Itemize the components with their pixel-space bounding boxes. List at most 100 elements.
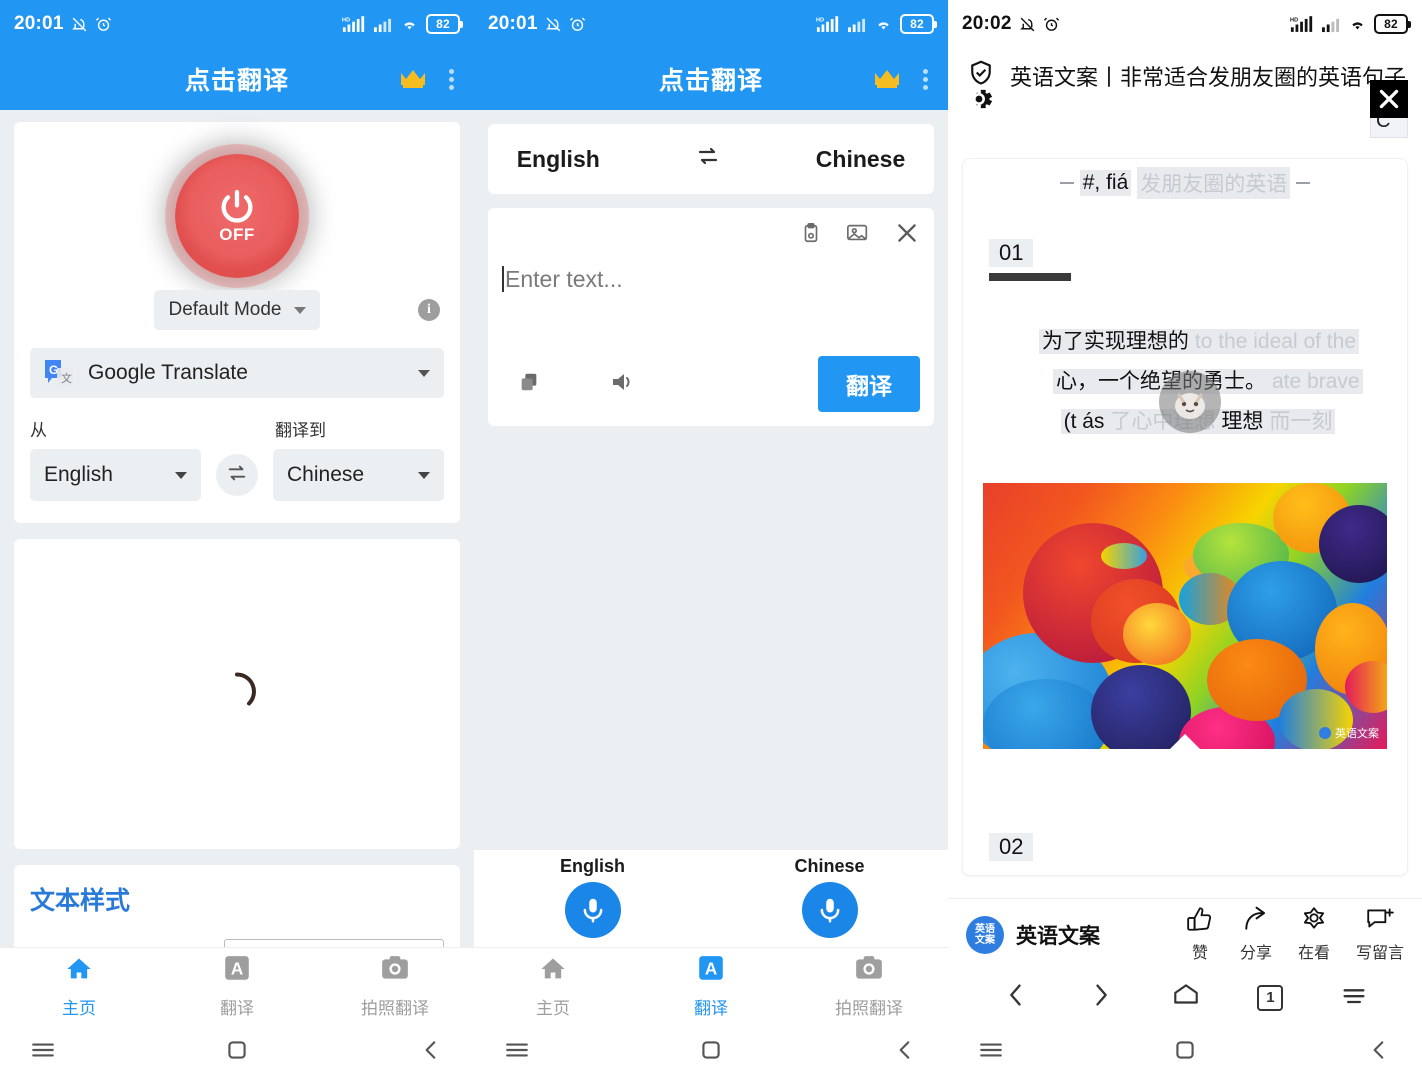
close-icon[interactable]	[1370, 80, 1408, 118]
recents-icon[interactable]	[30, 1037, 56, 1068]
translate-input-placeholder: Enter text...	[505, 266, 623, 292]
swap-languages-button[interactable]	[216, 454, 258, 496]
source-language-value[interactable]: English	[517, 146, 600, 173]
bottom-tab-bar: 主页 A 翻译 拍照翻译	[0, 947, 474, 1025]
swap-icon[interactable]	[696, 144, 720, 174]
chevron-down-icon	[418, 471, 430, 479]
wifi-icon	[400, 16, 419, 33]
alarm-icon	[95, 16, 112, 33]
camera-icon	[854, 955, 884, 988]
translate-a-icon: A	[222, 955, 252, 988]
top-snippet-text: #, fiá	[1079, 170, 1132, 196]
floating-mascot-icon[interactable]	[1159, 371, 1221, 433]
tab-translate[interactable]: A 翻译	[158, 948, 316, 1025]
crown-icon[interactable]	[873, 68, 901, 90]
top-snippet-row: #, fiá 发朋友圈的英语	[963, 167, 1407, 199]
account-avatar: 英语文案	[966, 915, 1004, 954]
action-wow[interactable]: 在看	[1298, 906, 1330, 963]
crown-icon[interactable]	[399, 68, 427, 90]
status-time: 20:02	[962, 13, 1012, 34]
target-language-select[interactable]: Chinese	[273, 449, 444, 501]
back-icon[interactable]	[418, 1037, 444, 1068]
source-language-select[interactable]: English	[30, 449, 201, 501]
battery-level: 82	[426, 14, 463, 34]
loading-card	[14, 539, 460, 849]
gear-icon[interactable]	[962, 82, 996, 116]
wifi-icon	[1348, 16, 1367, 33]
action-like-label: 赞	[1191, 945, 1208, 962]
home-icon	[538, 955, 568, 988]
tab-camera-translate[interactable]: 拍照翻译	[316, 948, 474, 1025]
translate-a-icon: A	[696, 955, 726, 988]
svg-text:G: G	[49, 363, 58, 377]
section-number: 01	[989, 239, 1034, 267]
action-wow-label: 在看	[1297, 945, 1330, 962]
translate-button[interactable]: 翻译	[818, 356, 920, 412]
status-bar: 20:01 HD 82	[474, 0, 948, 48]
android-nav-bar	[474, 1025, 948, 1080]
close-icon[interactable]	[894, 220, 920, 251]
top-snippet-ghost: 发朋友圈的英语	[1137, 167, 1291, 199]
svg-text:A: A	[705, 958, 717, 978]
dash-right	[1296, 182, 1311, 184]
recents-icon[interactable]	[504, 1037, 530, 1068]
section-number: 02	[989, 833, 1034, 861]
swap-icon	[226, 462, 248, 489]
svg-text:HD: HD	[1290, 17, 1298, 23]
target-language-value[interactable]: Chinese	[816, 146, 905, 173]
main-control-card: OFF Default Mode i G 文 Google Translate …	[14, 122, 460, 523]
status-time: 20:01	[488, 13, 538, 34]
microphone-icon[interactable]	[801, 882, 858, 938]
tab-translate[interactable]: A 翻译	[632, 948, 790, 1025]
recents-icon[interactable]	[978, 1037, 1004, 1068]
three-phone-screenshots: 20:01 HD 82 点击翻译 OFF Default Mode i G 文 …	[0, 0, 1422, 1080]
info-icon[interactable]: i	[418, 299, 440, 321]
home-pentagon-icon[interactable]	[1171, 981, 1201, 1014]
app-bar: 点击翻译	[0, 48, 474, 110]
thumbs-up-icon	[1186, 906, 1214, 937]
back-icon[interactable]	[1366, 1037, 1392, 1068]
section-1: 01	[963, 217, 1407, 281]
translate-engine-selector[interactable]: G 文 Google Translate	[30, 348, 444, 398]
watermark-avatar	[1319, 727, 1331, 739]
account-row[interactable]: 英语文案 英语文案	[966, 915, 1100, 954]
mode-selector[interactable]: Default Mode	[154, 290, 320, 330]
action-comment[interactable]: 写留言	[1356, 906, 1404, 963]
action-share[interactable]: 分享	[1240, 906, 1272, 963]
share-icon	[1242, 906, 1270, 937]
tab-count-badge[interactable]: 1	[1257, 984, 1284, 1011]
paste-clipboard-icon[interactable]	[800, 222, 822, 249]
action-like[interactable]: 赞	[1186, 906, 1214, 963]
copy-icon[interactable]	[518, 371, 540, 398]
translated-text-tail: 理想	[1218, 409, 1267, 434]
home-square-icon[interactable]	[1172, 1037, 1198, 1068]
tab-home[interactable]: 主页	[0, 948, 158, 1025]
watermark-label: 英语文案	[1335, 728, 1379, 740]
back-icon[interactable]	[1002, 981, 1030, 1014]
overflow-menu-icon[interactable]	[443, 65, 460, 94]
tab-home[interactable]: 主页	[474, 948, 632, 1025]
android-nav-bar	[0, 1025, 474, 1080]
mode-value: Default Mode	[168, 299, 282, 320]
alarm-icon	[569, 16, 586, 33]
app-bar: 点击翻译	[474, 48, 948, 110]
translate-text-input[interactable]: Enter text...	[502, 250, 920, 356]
signal-icon	[1321, 16, 1341, 33]
image-picker-icon[interactable]	[846, 222, 870, 249]
overflow-menu-icon[interactable]	[917, 65, 934, 94]
menu-icon[interactable]	[1340, 981, 1368, 1014]
action-comment-label: 写留言	[1355, 945, 1404, 962]
hd-signal-icon: HD	[816, 15, 840, 33]
translated-text: 为了实现理想的	[1038, 329, 1192, 354]
home-square-icon[interactable]	[698, 1037, 724, 1068]
back-icon[interactable]	[892, 1037, 918, 1068]
speaker-icon[interactable]	[610, 370, 636, 399]
forward-icon[interactable]	[1087, 981, 1115, 1014]
power-toggle-button[interactable]: OFF	[175, 154, 299, 278]
tab-translate-label: 翻译	[694, 998, 728, 1018]
tab-camera-translate[interactable]: 拍照翻译	[790, 948, 948, 1025]
text-cursor	[502, 266, 504, 292]
microphone-icon[interactable]	[564, 882, 621, 938]
home-square-icon[interactable]	[224, 1037, 250, 1068]
tab-camera-label: 拍照翻译	[835, 998, 903, 1018]
